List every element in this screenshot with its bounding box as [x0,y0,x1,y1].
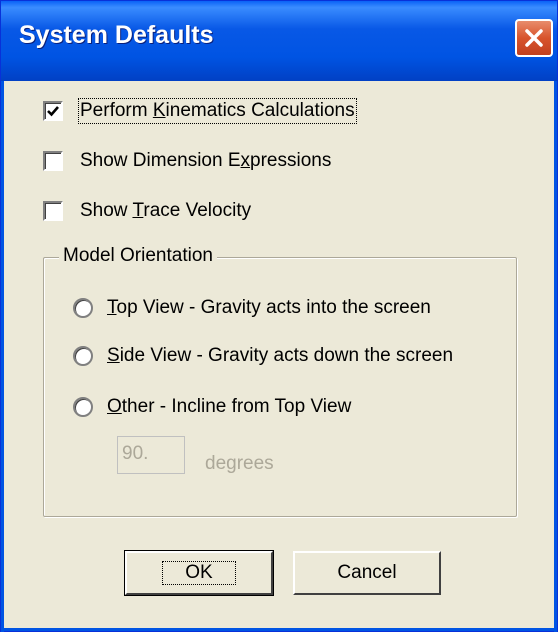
show-trace-checkbox[interactable] [43,201,63,221]
ok-button-label: OK [162,561,236,585]
frame-left [1,81,4,632]
frame-bottom [1,628,557,631]
dialog-title: System Defaults [19,21,214,49]
model-orientation-group [43,257,517,517]
other-label: Other - Incline from Top View [107,396,352,417]
system-defaults-dialog: System Defaults Perform Kinematics Calcu… [0,0,558,632]
degrees-label: degrees [205,453,274,474]
ok-button[interactable]: OK [124,550,274,596]
other-radio[interactable] [73,397,93,417]
title-bar[interactable]: System Defaults [1,1,557,81]
side-view-radio[interactable] [73,346,93,366]
perform-kinematics-option[interactable]: Perform Kinematics Calculations [43,98,357,124]
checkmark-icon [47,106,59,117]
show-dimension-label: Show Dimension Expressions [80,150,332,171]
close-button[interactable] [515,19,553,57]
show-trace-option[interactable]: Show Trace Velocity [43,200,251,222]
show-trace-label: Show Trace Velocity [80,200,252,221]
model-orientation-title: Model Orientation [59,245,217,267]
show-dimension-checkbox[interactable] [43,151,63,171]
show-dimension-option[interactable]: Show Dimension Expressions [43,150,331,172]
close-icon [525,29,543,47]
side-view-option[interactable]: Side View - Gravity acts down the screen [73,345,453,367]
top-view-radio[interactable] [73,298,93,318]
perform-kinematics-label: Perform Kinematics Calculations [78,98,357,124]
top-view-option[interactable]: Top View - Gravity acts into the screen [73,297,431,319]
frame-right [554,81,557,632]
side-view-label: Side View - Gravity acts down the screen [107,345,454,366]
perform-kinematics-checkbox[interactable] [43,101,63,121]
other-option[interactable]: Other - Incline from Top View [73,396,351,418]
cancel-button[interactable]: Cancel [293,551,441,595]
incline-degrees-input[interactable]: 90. [117,436,185,474]
top-view-label: Top View - Gravity acts into the screen [107,297,431,318]
